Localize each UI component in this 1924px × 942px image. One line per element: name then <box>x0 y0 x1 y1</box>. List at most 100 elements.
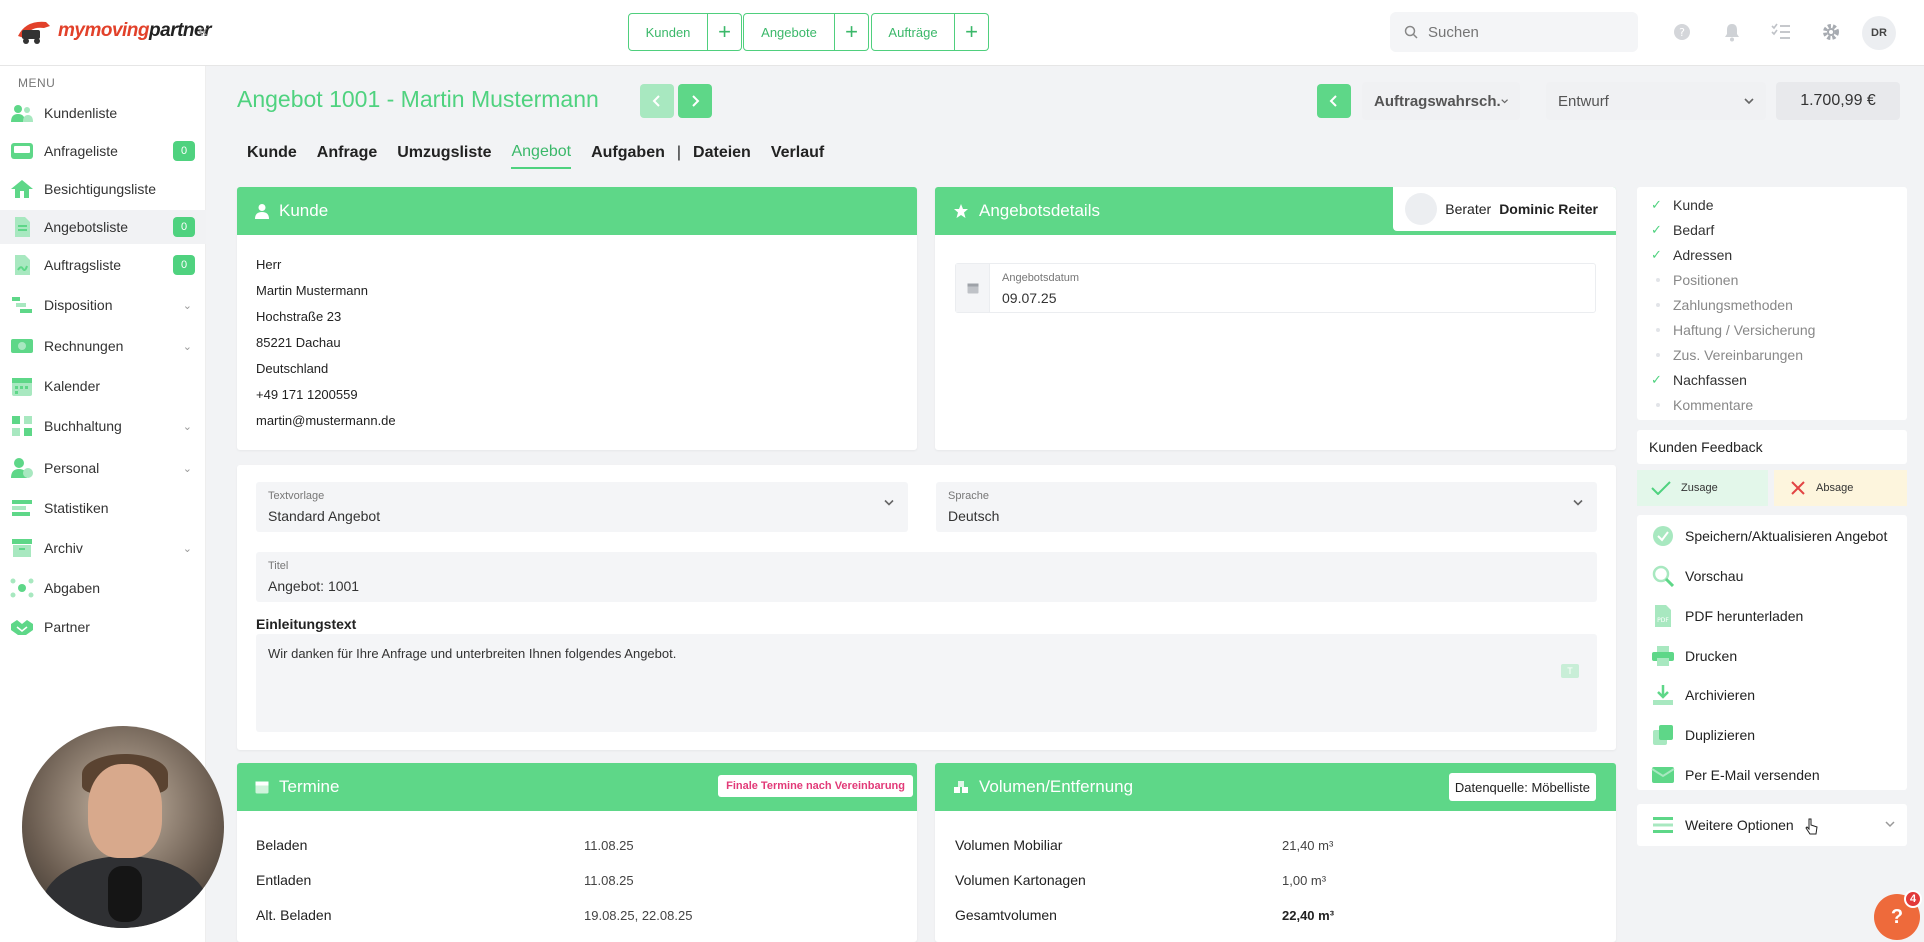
preview-button[interactable]: Vorschau <box>1651 561 1743 591</box>
data-source-tag[interactable]: Datenquelle: Möbelliste <box>1448 773 1596 801</box>
sidebar-item-label: Rechnungen <box>44 338 124 354</box>
quick-angebote-button[interactable]: Angebote <box>743 13 835 51</box>
language-select[interactable]: Sprache Deutsch <box>936 482 1597 532</box>
quick-auftraege-button[interactable]: Aufträge <box>871 13 955 51</box>
more-options-select[interactable]: Weitere Optionen <box>1637 804 1907 846</box>
sidebar-item-statistiken[interactable]: Statistiken <box>0 491 206 525</box>
tab-angebot[interactable]: Angebot <box>511 143 572 169</box>
tab-aufgaben[interactable]: Aufgaben <box>591 144 665 168</box>
checklist-item[interactable]: Positionen <box>1651 272 1738 288</box>
next-offer-button[interactable] <box>678 84 712 118</box>
search-input[interactable] <box>1428 23 1618 41</box>
sidebar-item-besichtigungsliste[interactable]: Besichtigungsliste <box>0 172 206 206</box>
status-select[interactable]: Entwurf <box>1546 82 1766 120</box>
help-icon[interactable]: ? <box>1670 20 1694 44</box>
sidebar-item-anfrageliste[interactable]: Anfrageliste 0 <box>0 134 206 168</box>
title-value: Angebot: 1001 <box>268 578 360 594</box>
tab-separator: | <box>676 144 682 161</box>
help-chat-button[interactable]: ? 4 <box>1874 890 1922 940</box>
intro-textarea[interactable]: Wir danken für Ihre Anfrage und unterbre… <box>256 634 1597 732</box>
tab-verlauf[interactable]: Verlauf <box>771 144 824 168</box>
date-row-value: 11.08.25 <box>584 873 634 888</box>
dot-icon <box>1651 303 1665 307</box>
checklist-item[interactable]: Zahlungsmethoden <box>1651 297 1793 313</box>
text-placeholder-icon[interactable]: T <box>1561 664 1579 678</box>
quick-kunden-add-button[interactable]: + <box>708 13 742 51</box>
search-box <box>1390 12 1638 52</box>
sidebar-item-archiv[interactable]: Archiv ⌄ <box>0 531 206 565</box>
checklist-item[interactable]: ✓ Nachfassen <box>1651 372 1747 388</box>
sidebar-item-personal[interactable]: Personal ⌄ <box>0 451 206 485</box>
save-offer-button[interactable]: Speichern/Aktualisieren Angebot <box>1651 521 1887 551</box>
boxes-icon <box>954 781 968 793</box>
checklist-item[interactable]: Kommentare <box>1651 397 1753 413</box>
tasks-icon[interactable] <box>1769 20 1793 44</box>
count-badge: 0 <box>173 217 195 237</box>
sidebar-item-disposition[interactable]: Disposition ⌄ <box>0 288 206 322</box>
gear-icon[interactable] <box>1819 20 1843 44</box>
sidebar-item-label: Archiv <box>44 540 83 556</box>
tab-umzugsliste[interactable]: Umzugsliste <box>397 144 491 168</box>
advisor-name: Dominic Reiter <box>1499 201 1598 217</box>
back-button[interactable] <box>1317 84 1351 118</box>
tab-dateien[interactable]: Dateien <box>693 144 751 168</box>
accept-button[interactable]: Zusage <box>1637 470 1768 506</box>
checklist-item[interactable]: ✓ Bedarf <box>1651 222 1714 238</box>
dot-icon <box>1651 403 1665 407</box>
dates-card: Termine Finale Termine nach Vereinbarung… <box>237 763 917 942</box>
sidebar-item-label: Kundenliste <box>44 105 118 121</box>
send-email-button[interactable]: Per E-Mail versenden <box>1651 760 1820 790</box>
check-icon <box>1651 481 1671 495</box>
sidebar-item-buchhaltung[interactable]: Buchhaltung ⌄ <box>0 409 206 443</box>
archive-button[interactable]: Archivieren <box>1651 680 1755 710</box>
house-icon <box>10 178 34 200</box>
dot-icon <box>1651 278 1665 282</box>
quick-angebote: Angebote + <box>743 13 869 51</box>
advisor-badge[interactable]: Berater Dominic Reiter <box>1393 187 1616 231</box>
logo[interactable]: mymovingpartner <box>16 16 211 46</box>
checklist-item[interactable]: Haftung / Versicherung <box>1651 322 1815 338</box>
volume-header: Volumen/Entfernung Datenquelle: Möbellis… <box>935 763 1616 811</box>
quick-kunden-button[interactable]: Kunden <box>628 13 708 51</box>
sidebar-item-label: Anfrageliste <box>44 143 118 159</box>
sidebar-item-kalender[interactable]: Kalender <box>0 369 206 403</box>
duplicate-button[interactable]: Duplizieren <box>1651 720 1755 750</box>
checklist-item[interactable]: Zus. Vereinbarungen <box>1651 347 1803 363</box>
probability-select[interactable]: Auftragswahrsch. <box>1362 82 1520 120</box>
sidebar-item-kundenliste[interactable]: Kundenliste <box>0 96 206 130</box>
checklist-item[interactable]: ✓ Adressen <box>1651 247 1732 263</box>
download-pdf-button[interactable]: PDF PDF herunterladen <box>1651 601 1803 631</box>
reject-button[interactable]: Absage <box>1774 470 1907 506</box>
sidebar-item-abgaben[interactable]: Abgaben <box>0 571 206 605</box>
quick-auftraege-add-button[interactable]: + <box>955 13 989 51</box>
user-avatar[interactable]: DR <box>1862 16 1896 50</box>
tab-anfrage[interactable]: Anfrage <box>317 144 377 168</box>
tab-kunde[interactable]: Kunde <box>247 144 297 168</box>
sidebar-item-auftragsliste[interactable]: Auftragsliste 0 <box>0 248 206 282</box>
text-template-select[interactable]: Textvorlage Standard Angebot <box>256 482 908 532</box>
sidebar-item-partner[interactable]: Partner <box>0 610 206 644</box>
customer-country: Deutschland <box>256 361 329 376</box>
help-fab-symbol: ? <box>1890 905 1904 928</box>
checklist-item[interactable]: ✓ Kunde <box>1651 197 1713 213</box>
printer-icon <box>1651 644 1675 668</box>
customer-phone[interactable]: +49 171 1200559 <box>256 382 396 408</box>
bell-icon[interactable] <box>1720 20 1744 44</box>
offer-date-field[interactable]: Angebotsdatum 09.07.25 <box>955 263 1596 313</box>
collapse-sidebar-icon[interactable]: « <box>198 21 208 42</box>
sidebar-item-angebotsliste[interactable]: Angebotsliste 0 <box>0 210 206 244</box>
progress-checklist: ✓ Kunde ✓ Bedarf ✓ Adressen Positionen Zahl… <box>1637 187 1907 420</box>
previous-offer-button[interactable] <box>640 84 674 118</box>
title-label: Titel <box>268 560 289 572</box>
title-input[interactable]: Titel Angebot: 1001 <box>256 552 1597 602</box>
customer-salutation: Herr <box>256 257 282 272</box>
logo-text: mymovingpartner <box>58 20 211 41</box>
sidebar-item-rechnungen[interactable]: Rechnungen ⌄ <box>0 329 206 363</box>
notification-count-badge: 4 <box>1904 890 1922 908</box>
archive-icon <box>10 537 34 559</box>
pdf-icon: PDF <box>1651 604 1675 628</box>
customer-email[interactable]: martin@mustermann.de <box>256 408 396 434</box>
print-button[interactable]: Drucken <box>1651 641 1737 671</box>
quick-angebote-add-button[interactable]: + <box>835 13 869 51</box>
more-options-label: Weitere Optionen <box>1651 810 1794 840</box>
